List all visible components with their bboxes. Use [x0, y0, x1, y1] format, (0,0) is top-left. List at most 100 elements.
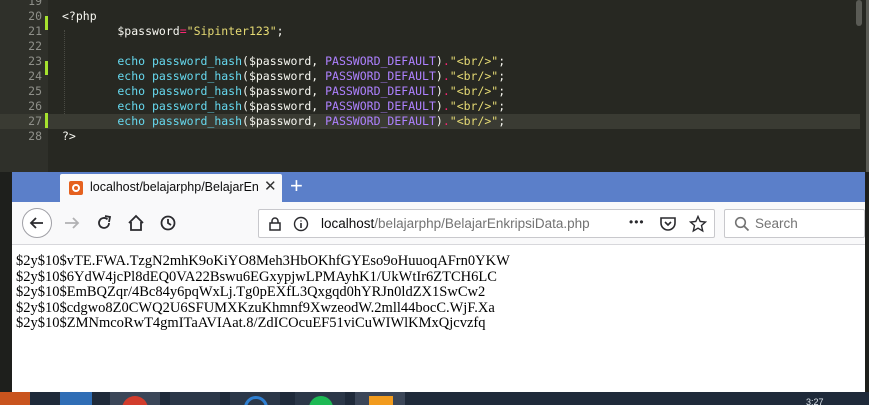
- code-token: ($password,: [242, 99, 326, 113]
- url-text[interactable]: localhost/belajarphp/BelajarEnkripsiData…: [321, 216, 590, 231]
- code-token: "<br/>": [449, 84, 499, 98]
- code-text: echo password_hash($password, PASSWORD_D…: [62, 69, 505, 84]
- code-token: =: [179, 24, 187, 38]
- tab-title: localhost/belajarphp/BelajarEnkripsiData…: [90, 180, 258, 194]
- bookmark-star-icon[interactable]: [689, 215, 707, 233]
- code-token: .: [442, 99, 450, 113]
- editor-scrollbar-thumb[interactable]: [856, 0, 862, 26]
- change-marker: [45, 113, 48, 128]
- close-tab-icon[interactable]: ✕: [264, 178, 277, 196]
- taskbar-app-ie[interactable]: [230, 392, 280, 405]
- code-line[interactable]: 24 echo password_hash($password, PASSWOR…: [0, 69, 860, 84]
- taskbar-app-sublime[interactable]: [355, 392, 405, 405]
- code-token: ?>: [62, 129, 76, 143]
- code-token: echo password_hash: [62, 114, 243, 128]
- code-token: ;: [276, 24, 284, 38]
- taskbar-app-explorer[interactable]: [60, 392, 92, 405]
- code-text: $password="Sipinter123";: [62, 24, 284, 39]
- line-number: 25: [28, 84, 42, 98]
- code-text: ?>: [62, 129, 76, 144]
- code-token: ;: [498, 84, 506, 98]
- code-token: "Sipinter123": [186, 24, 277, 38]
- code-token: <?php: [62, 9, 97, 23]
- navigation-toolbar: localhost/belajarphp/BelajarEnkripsiData…: [12, 202, 865, 245]
- line-number: 20: [28, 9, 42, 23]
- search-icon: [734, 216, 750, 232]
- sublime-icon: [369, 396, 393, 405]
- url-bar[interactable]: localhost/belajarphp/BelajarEnkripsiData…: [258, 209, 715, 238]
- ie-icon: [244, 396, 268, 405]
- taskbar-app-paint[interactable]: [170, 392, 220, 405]
- spotify-icon: [309, 396, 333, 405]
- code-line[interactable]: 20 <?php: [0, 9, 860, 24]
- line-number: 22: [28, 39, 42, 53]
- code-line[interactable]: 23 echo password_hash($password, PASSWOR…: [0, 54, 860, 69]
- url-host: localhost: [321, 216, 375, 231]
- code-token: ): [435, 84, 443, 98]
- forward-arrow-icon[interactable]: [62, 213, 82, 233]
- code-token: "<br/>": [449, 54, 499, 68]
- code-line[interactable]: 27 echo password_hash($password, PASSWOR…: [0, 114, 860, 129]
- code-token: ;: [498, 54, 506, 68]
- code-token: "<br/>": [449, 99, 499, 113]
- taskbar-app-spotify[interactable]: [295, 392, 345, 405]
- url-path: /belajarphp/BelajarEnkripsiData.php: [374, 216, 590, 231]
- line-number: 26: [28, 99, 42, 113]
- code-line[interactable]: 19: [0, 0, 860, 9]
- code-token: PASSWORD_DEFAULT: [325, 54, 436, 68]
- history-icon[interactable]: [158, 213, 178, 233]
- code-token: ): [435, 114, 443, 128]
- code-text: <?php: [62, 9, 97, 24]
- taskbar: 3:27: [0, 392, 869, 405]
- taskbar-app-xampp[interactable]: [0, 392, 30, 405]
- page-actions-menu-icon[interactable]: •••: [629, 215, 645, 229]
- change-marker: [45, 61, 48, 75]
- code-token: ($password,: [242, 69, 326, 83]
- hash-output-line: $2y$10$EmBQZqr/4Bc84y6pqWxLj.Tg0pEXfL3Qx…: [16, 284, 486, 300]
- page-content: $2y$10$vTE.FWA.TzgN2mhK9oKiYO8Meh3HbOKhf…: [12, 245, 865, 392]
- line-number: 21: [28, 24, 42, 38]
- page-info-icon[interactable]: [267, 216, 283, 232]
- browser-window: localhost/belajarphp/BelajarEnkripsiData…: [12, 172, 865, 392]
- code-token: PASSWORD_DEFAULT: [325, 84, 436, 98]
- code-token: ;: [498, 99, 506, 113]
- code-token: ): [435, 69, 443, 83]
- search-placeholder: Search: [755, 216, 798, 231]
- system-clock[interactable]: 3:27: [806, 397, 824, 405]
- line-number: 27: [28, 114, 42, 128]
- code-text: echo password_hash($password, PASSWORD_D…: [62, 84, 505, 99]
- code-token: PASSWORD_DEFAULT: [325, 69, 436, 83]
- home-icon[interactable]: [126, 213, 146, 233]
- code-line[interactable]: 28 ?>: [0, 129, 860, 144]
- line-number: 23: [28, 54, 42, 68]
- code-token: echo password_hash: [62, 54, 243, 68]
- line-number: 24: [28, 69, 42, 83]
- code-text: echo password_hash($password, PASSWORD_D…: [62, 99, 505, 114]
- code-token: $password: [62, 24, 180, 38]
- code-line[interactable]: 21 $password="Sipinter123";: [0, 24, 860, 39]
- tab-active[interactable]: localhost/belajarphp/BelajarEnkripsiData…: [60, 174, 282, 202]
- code-token: "<br/>": [449, 69, 499, 83]
- code-line[interactable]: 22: [0, 39, 860, 54]
- back-button[interactable]: [22, 208, 52, 238]
- code-token: "<br/>": [449, 114, 499, 128]
- search-box[interactable]: Search: [724, 209, 865, 238]
- code-line[interactable]: 25 echo password_hash($password, PASSWOR…: [0, 84, 860, 99]
- code-token: PASSWORD_DEFAULT: [325, 99, 436, 113]
- code-text: echo password_hash($password, PASSWORD_D…: [62, 54, 505, 69]
- new-tab-icon[interactable]: +: [290, 173, 303, 199]
- hash-output: $2y$10$vTE.FWA.TzgN2mhK9oKiYO8Meh3HbOKhf…: [12, 253, 510, 332]
- taskbar-app-chrome[interactable]: [110, 392, 160, 405]
- reload-icon[interactable]: [94, 213, 114, 233]
- code-token: ): [435, 99, 443, 113]
- code-token: ): [435, 54, 443, 68]
- hash-output-line: $2y$10$cdgwo8Z0CWQ2U6SFUMXKzuKhmnf9Xwzeo…: [16, 299, 495, 316]
- code-token: ;: [498, 69, 506, 83]
- pocket-icon[interactable]: [659, 215, 677, 233]
- info-circle-icon[interactable]: [293, 216, 309, 232]
- code-token: .: [442, 54, 450, 68]
- xampp-favicon-icon: [69, 181, 83, 195]
- code-line[interactable]: 26 echo password_hash($password, PASSWOR…: [0, 99, 860, 114]
- code-editor[interactable]: 19 20 <?php 21 $password="Sipinter123"; 22 23…: [0, 0, 869, 172]
- code-text: echo password_hash($password, PASSWORD_D…: [62, 114, 505, 129]
